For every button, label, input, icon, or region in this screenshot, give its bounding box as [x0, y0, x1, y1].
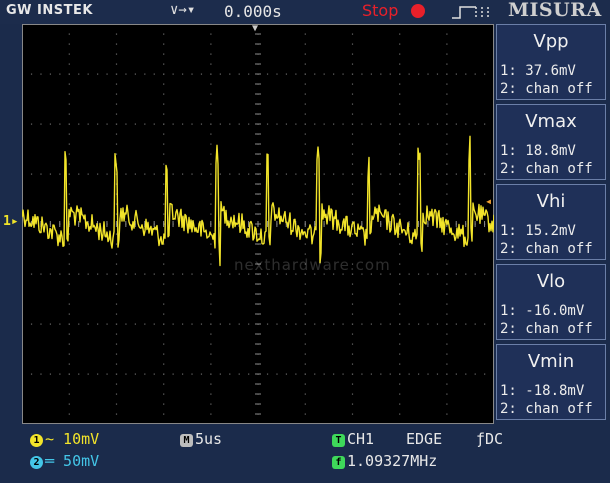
measurement-ch2-value: 2: chan off: [500, 241, 593, 257]
trigger-type[interactable]: EDGE: [406, 430, 442, 448]
trigger-coupling[interactable]: ƒDC: [476, 430, 503, 448]
measurement-title: Vmin: [527, 351, 575, 372]
measurement-ch1-value: 1: 15.2mV: [500, 223, 576, 239]
top-status-bar: GW INSTEK ∨→▾ 0.000s Stop MISURA: [0, 0, 610, 24]
trigger-badge-icon: T: [332, 434, 345, 447]
measurement-ch1-value: 1: 18.8mV: [500, 143, 576, 159]
measurement-title: Vmax: [525, 111, 577, 132]
measurement-vlo[interactable]: Vlo 1: -16.0mV 2: chan off: [496, 264, 606, 340]
ch1-scale-value: ∼ 10mV: [45, 430, 100, 448]
measurement-vmin[interactable]: Vmin 1: -18.8mV 2: chan off: [496, 344, 606, 420]
ch1-ground-marker[interactable]: 1▸: [3, 214, 19, 229]
frequency-counter: f 1.09327MHz: [332, 452, 437, 470]
measurement-vhi[interactable]: Vhi 1: 15.2mV 2: chan off: [496, 184, 606, 260]
measurement-ch2-value: 2: chan off: [500, 401, 593, 417]
trigger-info[interactable]: T CH1: [332, 430, 374, 448]
rising-edge-icon: [452, 6, 489, 19]
measurement-ch1-value: 1: 37.6mV: [500, 63, 576, 79]
measurement-title: Vlo: [536, 271, 566, 292]
measurement-ch1-value: 1: -18.8mV: [500, 383, 585, 399]
oscilloscope-screen: GW INSTEK ∨→▾ 0.000s Stop MISURA nexthar…: [0, 0, 610, 483]
trigger-position-marker[interactable]: ▼: [252, 24, 258, 34]
measurement-panel: Vpp 1: 37.6mV 2: chan off Vmax 1: 18.8mV…: [496, 24, 610, 424]
measurement-ch2-value: 2: chan off: [500, 81, 593, 97]
trigger-level-marker[interactable]: ◂: [485, 194, 492, 208]
measurement-title: Vpp: [533, 31, 569, 52]
trigger-source: CH1: [347, 430, 375, 448]
measurement-ch1-value: 1: -16.0mV: [500, 303, 585, 319]
ch2-badge-icon: 2: [30, 456, 43, 469]
ch1-scale[interactable]: 1 ∼ 10mV: [30, 430, 99, 448]
horizontal-position: 0.000s: [224, 2, 282, 21]
stop-indicator-icon: [411, 4, 425, 18]
brand-logo: GW INSTEK: [6, 3, 93, 18]
ch1-badge-icon: 1: [30, 434, 43, 447]
ch1-waveform-trace: [22, 135, 494, 267]
misura-watermark: MISURA: [508, 0, 602, 21]
ch2-scale-value: ═ 50mV: [45, 452, 100, 470]
frequency-value: 1.09327MHz: [347, 452, 438, 470]
measurement-vmax[interactable]: Vmax 1: 18.8mV 2: chan off: [496, 104, 606, 180]
site-watermark: nexthardware.com: [234, 256, 391, 274]
measurement-ch2-value: 2: chan off: [500, 321, 593, 337]
timebase-value: 5us: [195, 430, 223, 448]
ch2-scale[interactable]: 2 ═ 50mV: [30, 452, 99, 470]
bottom-status-bar: 1 ∼ 10mV 2 ═ 50mV M 5us T CH1 EDGE ƒDC f 1.09…: [0, 424, 610, 483]
measurement-ch2-value: 2: chan off: [500, 161, 593, 177]
trigger-mode-icons: ∨→▾: [170, 2, 196, 18]
measurement-vpp[interactable]: Vpp 1: 37.6mV 2: chan off: [496, 24, 606, 100]
measurement-title: Vhi: [536, 191, 566, 212]
frequency-badge-icon: f: [332, 456, 345, 469]
waveform-display[interactable]: nexthardware.com: [22, 24, 494, 424]
run-state: Stop: [362, 1, 399, 20]
timebase-badge-icon: M: [180, 434, 193, 447]
timebase[interactable]: M 5us: [180, 430, 222, 448]
